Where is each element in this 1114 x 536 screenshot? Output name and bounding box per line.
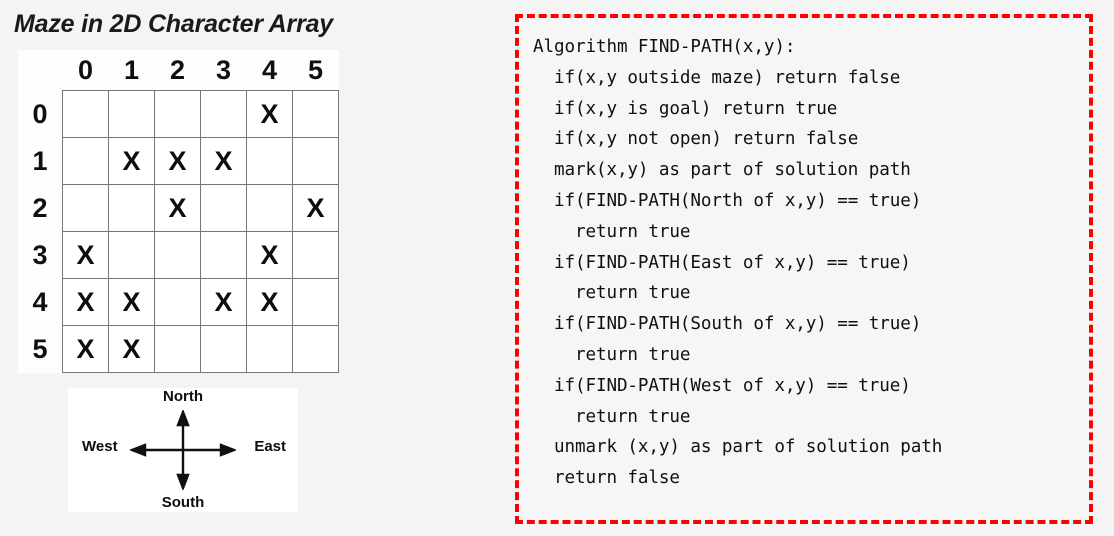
maze-cell-open-3-2[interactable] — [154, 231, 201, 279]
maze-column-header-3: 3 — [200, 50, 247, 91]
maze-panel: Maze in 2D Character Array 0123450X1XXX2… — [0, 0, 500, 536]
maze-cell-wall-5-1[interactable]: X — [108, 325, 155, 373]
maze-cell-wall-1-2[interactable]: X — [154, 137, 201, 185]
maze-column-header-1: 1 — [108, 50, 155, 91]
maze-row: 5XX — [18, 325, 339, 373]
maze-cell-wall-1-1[interactable]: X — [108, 137, 155, 185]
maze-cell-open-4-2[interactable] — [154, 278, 201, 326]
maze-row: 3XX — [18, 231, 339, 279]
maze-grid-table: 0123450X1XXX2XX3XX4XXXX5XX — [18, 50, 339, 373]
algorithm-code-text: Algorithm FIND-PATH(x,y): if(x,y outside… — [533, 37, 943, 489]
maze-cell-open-2-0[interactable] — [62, 184, 109, 232]
maze-cell-wall-3-4[interactable]: X — [246, 231, 293, 279]
maze-cell-open-0-1[interactable] — [108, 90, 155, 138]
maze-cell-wall-4-4[interactable]: X — [246, 278, 293, 326]
maze-cell-open-3-3[interactable] — [200, 231, 247, 279]
maze-cell-open-5-3[interactable] — [200, 325, 247, 373]
compass-label-north: North — [163, 388, 203, 405]
compass-label-west: West — [82, 438, 118, 455]
maze-cell-wall-4-3[interactable]: X — [200, 278, 247, 326]
compass-rose: North West East South — [68, 388, 298, 512]
maze-cell-wall-3-0[interactable]: X — [62, 231, 109, 279]
maze-column-header-2: 2 — [154, 50, 201, 91]
maze-cell-open-0-2[interactable] — [154, 90, 201, 138]
maze-cell-open-0-5[interactable] — [292, 90, 339, 138]
maze-cell-open-4-5[interactable] — [292, 278, 339, 326]
maze-row-header-1: 1 — [18, 137, 63, 185]
maze-cell-wall-4-1[interactable]: X — [108, 278, 155, 326]
maze-cell-open-2-3[interactable] — [200, 184, 247, 232]
maze-cell-wall-2-2[interactable]: X — [154, 184, 201, 232]
four-way-arrow-icon — [128, 408, 238, 492]
maze-cell-open-0-3[interactable] — [200, 90, 247, 138]
maze-cell-open-1-4[interactable] — [246, 137, 293, 185]
maze-cell-open-3-1[interactable] — [108, 231, 155, 279]
maze-row-header-4: 4 — [18, 278, 63, 326]
maze-cell-open-1-0[interactable] — [62, 137, 109, 185]
maze-figure: 0123450X1XXX2XX3XX4XXXX5XX — [18, 50, 339, 373]
maze-row: 0X — [18, 90, 339, 138]
maze-row-header-3: 3 — [18, 231, 63, 279]
maze-cell-open-0-0[interactable] — [62, 90, 109, 138]
algorithm-pseudocode-box: Algorithm FIND-PATH(x,y): if(x,y outside… — [515, 14, 1093, 524]
maze-row-header-2: 2 — [18, 184, 63, 232]
maze-column-header-5: 5 — [292, 50, 339, 91]
maze-grid-body: 0123450X1XXX2XX3XX4XXXX5XX — [18, 50, 339, 373]
maze-cell-wall-5-0[interactable]: X — [62, 325, 109, 373]
maze-cell-open-3-5[interactable] — [292, 231, 339, 279]
maze-cell-wall-4-0[interactable]: X — [62, 278, 109, 326]
maze-cell-wall-0-4[interactable]: X — [246, 90, 293, 138]
maze-cell-wall-1-3[interactable]: X — [200, 137, 247, 185]
maze-corner-cell — [18, 50, 63, 91]
maze-column-header-0: 0 — [62, 50, 109, 91]
maze-cell-open-5-4[interactable] — [246, 325, 293, 373]
maze-cell-open-2-4[interactable] — [246, 184, 293, 232]
maze-column-header-row: 012345 — [18, 50, 339, 91]
maze-cell-open-5-5[interactable] — [292, 325, 339, 373]
maze-cell-wall-2-5[interactable]: X — [292, 184, 339, 232]
maze-cell-open-5-2[interactable] — [154, 325, 201, 373]
maze-row-header-5: 5 — [18, 325, 63, 373]
page-title: Maze in 2D Character Array — [14, 10, 334, 38]
maze-row: 4XXXX — [18, 278, 339, 326]
maze-cell-open-2-1[interactable] — [108, 184, 155, 232]
maze-cell-open-1-5[interactable] — [292, 137, 339, 185]
maze-row: 2 X X — [18, 184, 339, 232]
compass-label-south: South — [161, 494, 205, 511]
maze-column-header-4: 4 — [246, 50, 293, 91]
maze-row: 1XXX — [18, 137, 339, 185]
compass-label-east: East — [254, 438, 286, 455]
compass-cross-arrows-icon — [128, 408, 238, 495]
maze-row-header-0: 0 — [18, 90, 63, 138]
